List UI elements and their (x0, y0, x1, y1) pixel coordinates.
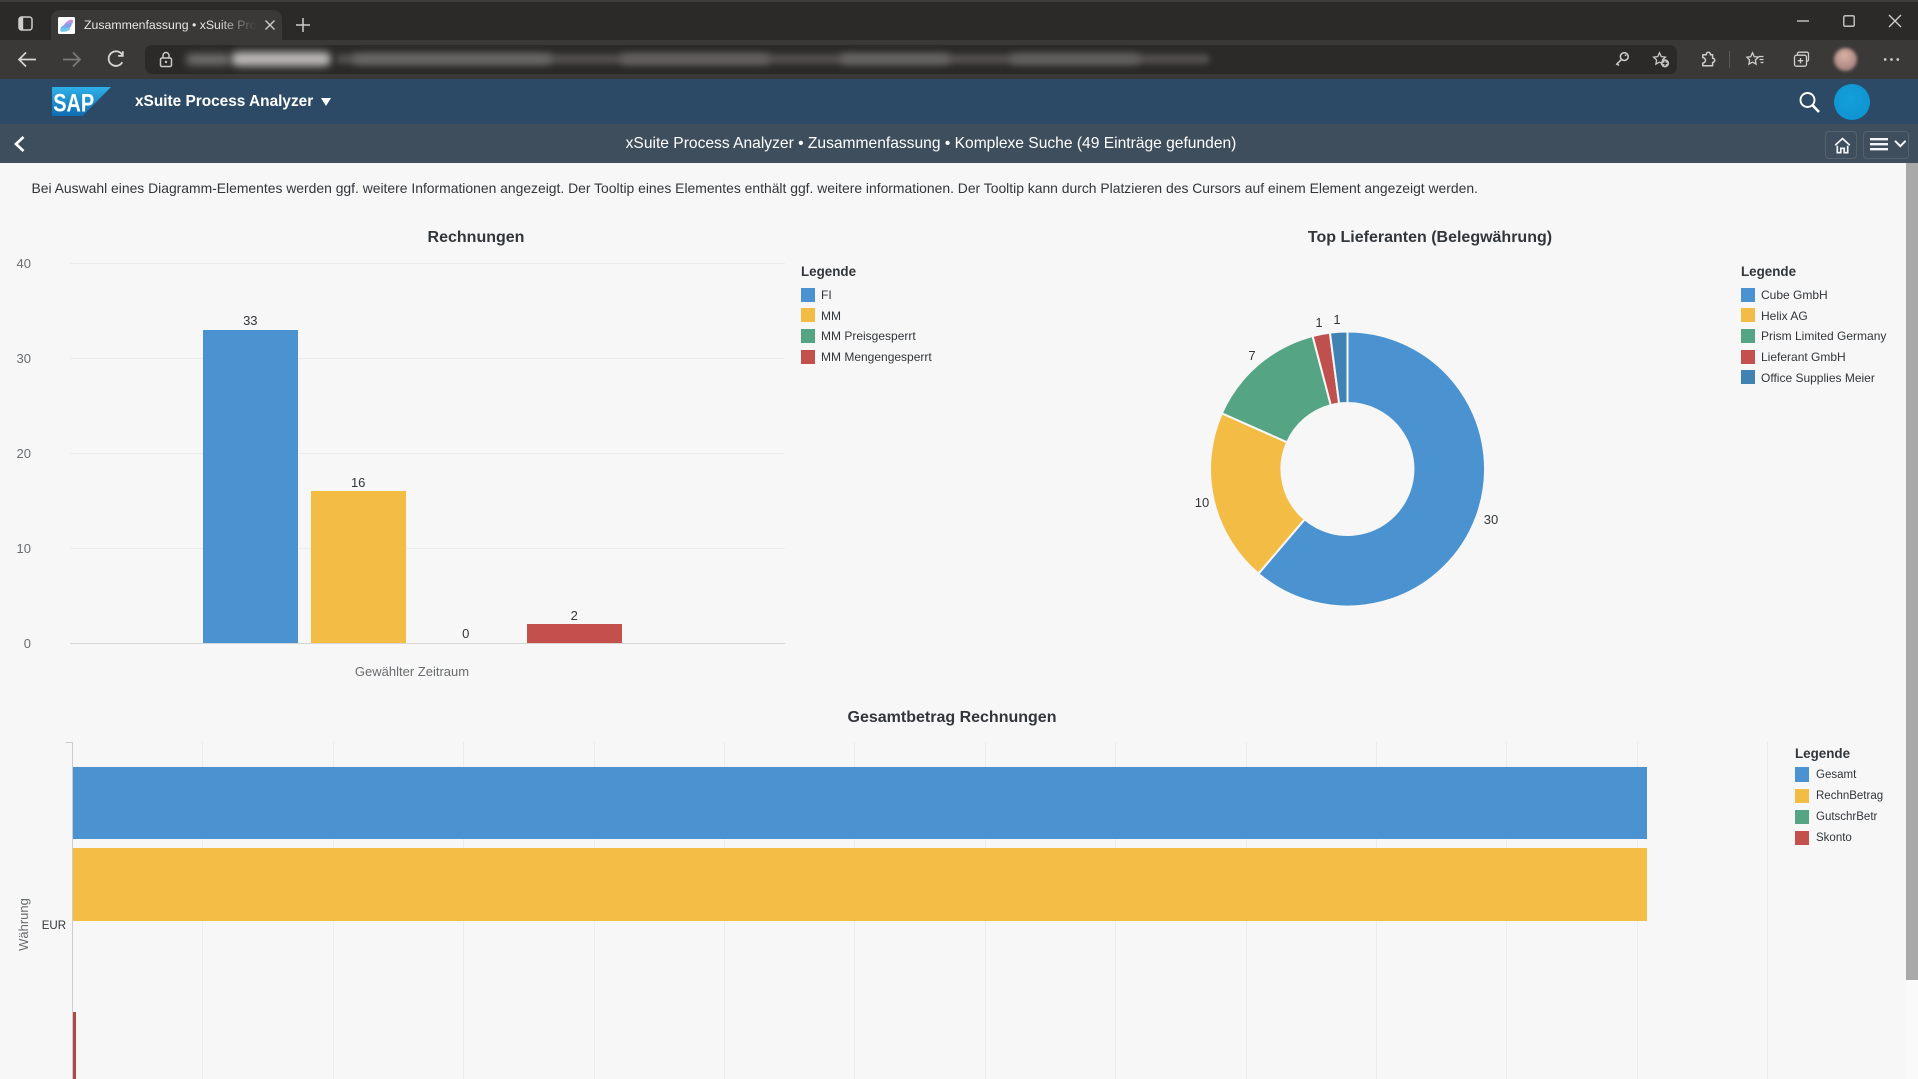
svg-text:SAP: SAP (53, 89, 94, 116)
